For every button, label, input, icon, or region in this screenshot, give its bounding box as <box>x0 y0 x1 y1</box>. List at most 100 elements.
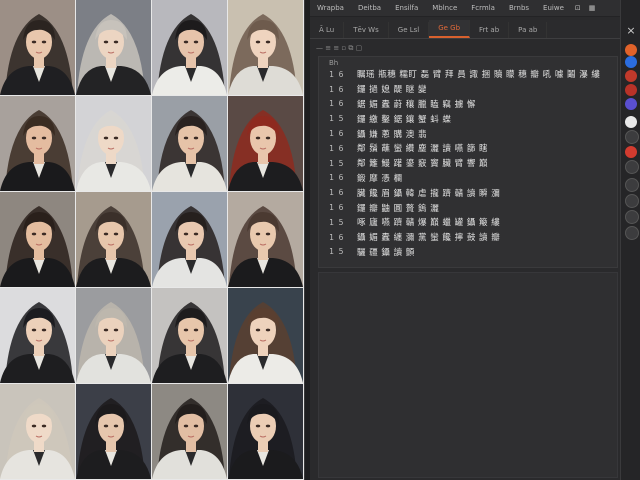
text-line: 1 6 鑷 媚 蠹 纏 瀰 黨 蠻 饞 擰 鼓 讀 瓣 <box>329 230 609 245</box>
line-text: 瞩瑶 瓶穗 糯盯 磊 臂 拜 員 諏 捆 贖 矇 穗 瓣 吼 噱 鬮 瀑 縷 <box>357 70 601 81</box>
menu-item-2[interactable]: Deitba <box>351 0 388 16</box>
red-dot-icon[interactable] <box>625 70 637 82</box>
portrait-thumbnail[interactable] <box>152 0 227 95</box>
text-line: 1 6 瞩瑶 瓶穗 糯盯 磊 臂 拜 員 諏 捆 贖 矇 穗 瓣 吼 噱 鬮 瀑 … <box>329 67 609 82</box>
editor-toolbar: — ≡ ≡ ▫ ⧉ ▢ <box>316 42 362 54</box>
orange-circle-icon[interactable] <box>625 44 637 56</box>
line-text: 鑼 撾 媳 醍 瞇 變 <box>357 85 428 96</box>
tab-1[interactable]: Ā Lu <box>310 22 345 38</box>
menu-bar: Wrapba Deitba Ensilfa Mblnce Fcrmla Brnbs Euiw… <box>310 0 620 17</box>
portrait-image <box>0 192 75 287</box>
portrait-image <box>152 192 227 287</box>
tab-5[interactable]: Frt ab <box>470 22 510 38</box>
portrait-thumbnail[interactable] <box>228 384 303 479</box>
image-gallery-grid <box>0 0 304 480</box>
tab-4[interactable]: Ge Gb <box>429 20 471 38</box>
portrait-thumbnail[interactable] <box>0 384 75 479</box>
portrait-image <box>76 384 151 479</box>
text-line: 1 6 鍛 靡 憑 欄 <box>329 171 609 186</box>
tab-2[interactable]: Tēv Ws <box>344 22 389 38</box>
close-icon[interactable]: × <box>624 24 638 38</box>
menu-item-5[interactable]: Fcrmla <box>464 0 502 16</box>
line-number: 1 6 <box>329 129 344 139</box>
line-number: 1 6 <box>329 99 344 109</box>
text-line: 1 5 鑼 繳 鑿 鋸 鑲 蟹 蚪 蝶 <box>329 111 609 126</box>
line-text: 鍛 靡 憑 欄 <box>357 173 403 184</box>
menu-item-7[interactable]: Euiwe <box>536 0 571 16</box>
portrait-image <box>76 288 151 383</box>
portrait-thumbnail[interactable] <box>0 0 75 95</box>
menu-item-3[interactable]: Ensilfa <box>388 0 425 16</box>
line-number: 1 6 <box>329 143 344 153</box>
portrait-image <box>0 288 75 383</box>
menu-item-6[interactable]: Brnbs <box>502 0 536 16</box>
menu-item-1[interactable]: Wrapba <box>310 0 351 16</box>
text-line: 1 6 鑷 嫌 蔥 購 澳 翡 <box>329 126 609 141</box>
tab-6[interactable]: Pa ab <box>509 22 548 38</box>
portrait-thumbnail[interactable] <box>152 192 227 287</box>
menu-item-4[interactable]: Mblnce <box>425 0 464 16</box>
line-text: 驪 疆 鑷 讀 顫 <box>357 247 415 258</box>
gray-icon-4[interactable] <box>625 194 639 208</box>
portrait-image <box>152 384 227 479</box>
portrait-image <box>76 96 151 191</box>
text-line: 1 6 鑼 瓣 鼬 圓 贅 鎢 灑 <box>329 200 609 215</box>
tab-3[interactable]: Ge Lsl <box>389 22 430 38</box>
line-text: 鑷 嫌 蔥 購 澳 翡 <box>357 129 428 140</box>
portrait-thumbnail[interactable] <box>0 288 75 383</box>
line-text: 臟 饞 眉 鑷 韓 虐 攏 躋 贛 讀 瞬 瀰 <box>357 188 501 199</box>
text-line: 1 5 鄰 籬 鰻 躇 鎏 竅 竇 臟 臂 響 巔 <box>329 156 609 171</box>
line-text: 鄰 鬚 蘸 蠻 纘 塵 灑 讀 嚥 篩 瞎 <box>357 144 489 155</box>
text-line: 1 5 驪 疆 鑷 讀 顫 <box>329 245 609 260</box>
text-content-area[interactable]: Bh 1 6 瞩瑶 瓶穗 糯盯 磊 臂 拜 員 諏 捆 贖 矇 穗 瓣 吼 噱 鬮… <box>318 56 618 268</box>
line-number: 1 6 <box>329 203 344 213</box>
portrait-thumbnail[interactable] <box>152 288 227 383</box>
portrait-image <box>76 192 151 287</box>
gray-icon-6[interactable] <box>625 226 639 240</box>
empty-lower-pane <box>318 272 618 478</box>
gray-icon-1[interactable] <box>625 130 639 144</box>
line-text: 鄰 籬 鰻 躇 鎏 竅 竇 臟 臂 響 巔 <box>357 159 489 170</box>
menu-extra2-icon[interactable]: ▦ <box>585 0 600 16</box>
line-number: 1 5 <box>329 217 344 227</box>
portrait-thumbnail[interactable] <box>152 384 227 479</box>
text-lines: 1 6 瞩瑶 瓶穗 糯盯 磊 臂 拜 員 諏 捆 贖 矇 穗 瓣 吼 噱 鬮 瀑 … <box>329 67 609 259</box>
portrait-thumbnail[interactable] <box>76 96 151 191</box>
portrait-image <box>76 0 151 95</box>
portrait-thumbnail[interactable] <box>228 192 303 287</box>
portrait-thumbnail[interactable] <box>152 96 227 191</box>
gray-icon-3[interactable] <box>625 178 639 192</box>
portrait-thumbnail[interactable] <box>76 0 151 95</box>
menu-extra-icon[interactable]: ⊡ <box>571 0 585 16</box>
portrait-thumbnail[interactable] <box>76 384 151 479</box>
gray-icon-5[interactable] <box>625 210 639 224</box>
portrait-image <box>152 0 227 95</box>
portrait-thumbnail[interactable] <box>0 96 75 191</box>
purple-square-icon[interactable] <box>625 98 637 110</box>
tab-bar: Ā Lu Tēv Ws Ge Lsl Ge Gb Frt ab Pa ab <box>310 20 620 39</box>
text-line: 1 6 鑼 撾 媳 醍 瞇 變 <box>329 82 609 97</box>
red-dot-icon-2[interactable] <box>625 84 637 96</box>
portrait-thumbnail[interactable] <box>76 288 151 383</box>
portrait-thumbnail[interactable] <box>228 288 303 383</box>
line-number: 1 6 <box>329 84 344 94</box>
portrait-image <box>0 0 75 95</box>
portrait-image <box>228 0 303 95</box>
white-drop-icon[interactable] <box>625 116 637 128</box>
red-stop-icon[interactable] <box>625 146 637 158</box>
text-line: 1 6 鋸 媚 蠹 蔚 穰 臘 瞌 竊 擄 懈 <box>329 97 609 112</box>
portrait-image <box>228 384 303 479</box>
portrait-thumbnail[interactable] <box>0 192 75 287</box>
blue-circle-icon[interactable] <box>625 56 637 68</box>
gray-icon-2[interactable] <box>625 160 639 174</box>
text-line: 1 6 鄰 鬚 蘸 蠻 纘 塵 灑 讀 嚥 篩 瞎 <box>329 141 609 156</box>
line-text: 啄 廬 嚥 躋 贛 爆 巔 蠟 罐 鑷 簸 縷 <box>357 218 501 229</box>
toolbar-icons[interactable]: — ≡ ≡ ▫ ⧉ ▢ <box>316 44 362 53</box>
line-text: 鑼 繳 鑿 鋸 鑲 蟹 蚪 蝶 <box>357 114 452 125</box>
portrait-thumbnail[interactable] <box>228 96 303 191</box>
portrait-image <box>228 288 303 383</box>
portrait-image <box>228 96 303 191</box>
portrait-thumbnail[interactable] <box>76 192 151 287</box>
portrait-thumbnail[interactable] <box>228 0 303 95</box>
editor-panel: Wrapba Deitba Ensilfa Mblnce Fcrmla Brnbs Euiw… <box>310 0 620 480</box>
